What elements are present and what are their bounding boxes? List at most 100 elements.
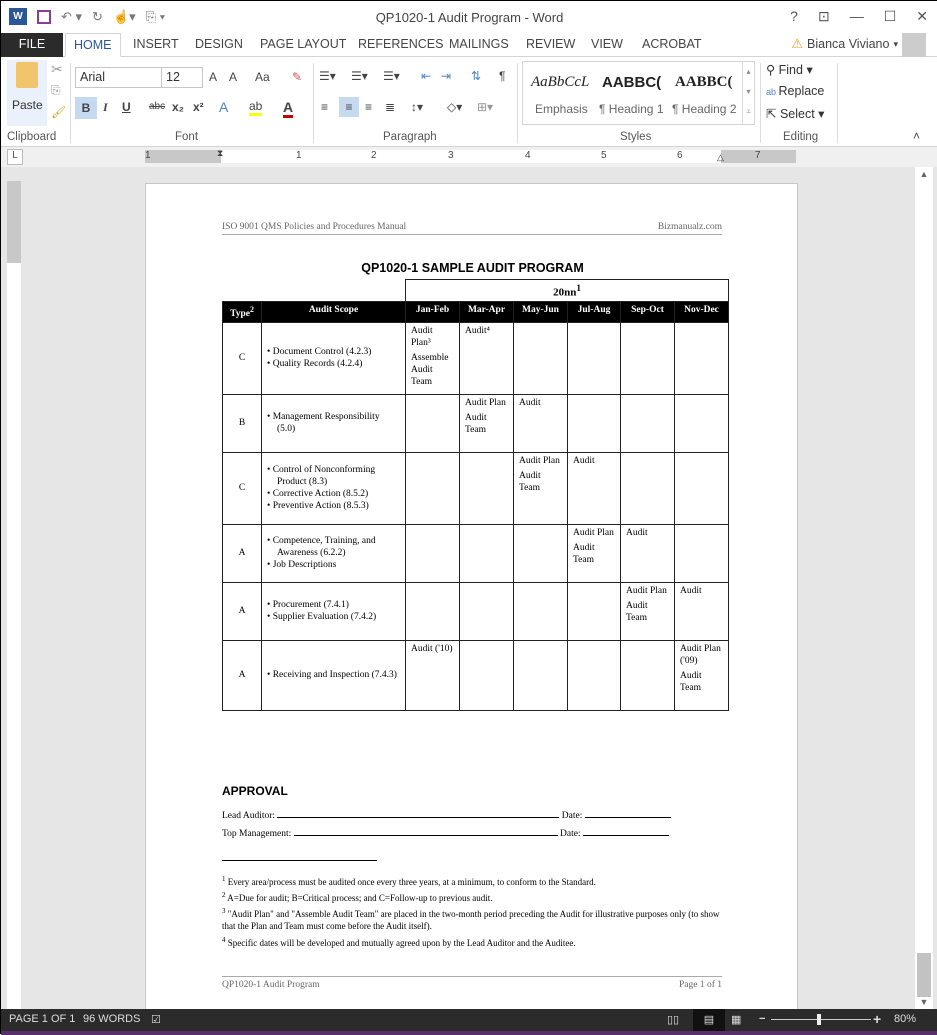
- decrease-indent-icon[interactable]: ⇤: [421, 69, 431, 83]
- numbering-icon[interactable]: ☰▾: [351, 69, 368, 83]
- strikethrough-button[interactable]: abc: [149, 101, 165, 112]
- zoom-in-button[interactable]: +: [873, 1011, 881, 1027]
- page-count[interactable]: PAGE 1 OF 1: [9, 1013, 75, 1025]
- cut-icon[interactable]: ✂: [51, 61, 63, 78]
- vertical-scrollbar[interactable]: ▲ ▼: [915, 167, 933, 1011]
- account-menu[interactable]: ⚠ Bianca Viviano ▾: [791, 36, 898, 52]
- status-bar: PAGE 1 OF 1 96 WORDS ☑ ▯▯ ▤ ▦ − + 80%: [1, 1009, 937, 1035]
- style-emphasis-sample[interactable]: AaBbCcL: [531, 74, 589, 91]
- style-emphasis[interactable]: Emphasis: [535, 102, 588, 116]
- table-row: A • Competence, Training, and Awareness (…: [222, 523, 729, 583]
- tab-references[interactable]: REFERENCES: [358, 33, 443, 57]
- tab-review[interactable]: REVIEW: [526, 33, 575, 57]
- change-case-button[interactable]: Aa: [255, 70, 270, 84]
- superscript-button[interactable]: x²: [193, 100, 204, 114]
- style-heading2[interactable]: ¶ Heading 2: [672, 102, 737, 116]
- scope-item: • Procurement (7.4.1): [267, 600, 349, 611]
- find-button[interactable]: ⚲ Find ▾: [766, 62, 813, 77]
- tab-home[interactable]: HOME: [65, 33, 121, 57]
- paste-button[interactable]: Paste: [7, 60, 47, 126]
- scroll-up-icon[interactable]: ▲: [915, 169, 933, 179]
- scope-item: • Receiving and Inspection (7.4.3): [267, 670, 397, 681]
- subscript-button[interactable]: x₂: [172, 100, 184, 114]
- scroll-down-icon[interactable]: ▼: [915, 997, 933, 1007]
- font-size-input[interactable]: 12: [161, 67, 203, 88]
- borders-icon[interactable]: ⊞▾: [477, 100, 493, 114]
- lead-auditor-field[interactable]: [277, 808, 560, 818]
- audit-scope-cell: • Receiving and Inspection (7.4.3): [261, 639, 406, 711]
- font-color-icon[interactable]: A: [283, 99, 294, 118]
- grow-font-icon[interactable]: A: [209, 70, 217, 84]
- tab-acrobat[interactable]: ACROBAT: [642, 33, 702, 57]
- zoom-slider-thumb[interactable]: [817, 1014, 821, 1025]
- justify-icon[interactable]: ≣: [385, 100, 395, 114]
- top-management-date-field[interactable]: [582, 826, 669, 836]
- select-button[interactable]: ⇱ Select ▾: [766, 106, 824, 121]
- zoom-out-button[interactable]: −: [759, 1013, 765, 1025]
- clear-formatting-icon[interactable]: ✎: [292, 70, 302, 84]
- sort-icon[interactable]: ⇅: [471, 69, 481, 83]
- indent-marker[interactable]: ⧗: [217, 148, 223, 159]
- align-center-icon[interactable]: ≡: [339, 97, 359, 117]
- table-row: A • Receiving and Inspection (7.4.3) Audit…: [222, 639, 729, 711]
- replace-button[interactable]: ab Replace: [766, 84, 824, 98]
- style-heading1-sample[interactable]: AABBC(: [602, 74, 661, 91]
- chevron-down-icon: ▾: [893, 38, 898, 49]
- align-right-icon[interactable]: ≡: [365, 100, 372, 114]
- text-effects-icon[interactable]: A: [219, 99, 228, 115]
- line-spacing-icon[interactable]: ↕▾: [411, 100, 423, 114]
- minimize-icon[interactable]: —: [850, 8, 864, 25]
- column-header-row: Type2 Audit Scope Jan-Feb Mar-Apr May-Ju…: [222, 300, 729, 323]
- schedule-entry: Audit⁴: [465, 325, 490, 336]
- audit-program-table: 20nn1 Type2 Audit Scope Jan-Feb Mar-Apr …: [222, 279, 729, 711]
- format-painter-icon[interactable]: 🖌: [51, 105, 66, 119]
- zoom-level[interactable]: 80%: [894, 1013, 916, 1025]
- multilevel-list-icon[interactable]: ☰▾: [383, 69, 400, 83]
- maximize-icon[interactable]: ☐: [884, 8, 897, 25]
- type-cell: C: [222, 451, 262, 525]
- scrollbar-thumb[interactable]: [917, 953, 931, 997]
- underline-button[interactable]: U: [122, 100, 131, 114]
- footnote-4: 4 Specific dates will be developed and m…: [222, 936, 576, 948]
- show-formatting-icon[interactable]: ¶: [499, 69, 505, 83]
- lead-auditor-date-field[interactable]: [584, 808, 671, 818]
- tab-selector[interactable]: L: [7, 149, 23, 165]
- ribbon-display-icon[interactable]: ⊡: [818, 8, 830, 25]
- read-mode-icon[interactable]: ▯▯: [667, 1013, 679, 1026]
- horizontal-ruler[interactable]: 1 1 2 3 4 5 6 7 ⧗ △: [145, 148, 796, 163]
- collapse-ribbon-icon[interactable]: ˄: [913, 129, 920, 143]
- bold-button[interactable]: B: [75, 97, 97, 119]
- schedule-cell: [674, 321, 729, 395]
- italic-button[interactable]: I: [103, 100, 108, 115]
- tab-page-layout[interactable]: PAGE LAYOUT: [260, 33, 346, 57]
- increase-indent-icon[interactable]: ⇥: [441, 69, 451, 83]
- avatar[interactable]: [902, 33, 926, 57]
- align-left-icon[interactable]: ≡: [321, 100, 328, 114]
- top-management-field[interactable]: [293, 826, 558, 836]
- tab-view[interactable]: VIEW: [591, 33, 623, 57]
- highlight-icon[interactable]: ab: [249, 99, 263, 116]
- col-sep-oct: Sep-Oct: [620, 300, 675, 323]
- group-label-paragraph: Paragraph: [383, 131, 437, 143]
- bullets-icon[interactable]: ☰▾: [319, 69, 336, 83]
- shrink-font-icon[interactable]: A: [229, 70, 237, 84]
- tab-design[interactable]: DESIGN: [195, 33, 243, 57]
- print-layout-icon[interactable]: ▤: [693, 1009, 725, 1031]
- tab-insert[interactable]: INSERT: [133, 33, 179, 57]
- document-page[interactable]: ISO 9001 QMS Policies and Procedures Man…: [145, 183, 798, 1013]
- web-layout-icon[interactable]: ▦: [731, 1013, 741, 1026]
- zoom-slider[interactable]: [771, 1014, 871, 1025]
- tab-file[interactable]: FILE: [1, 33, 63, 57]
- copy-icon[interactable]: ⎘: [51, 83, 61, 98]
- styles-scroll[interactable]: ▴ ▾ ⩡: [742, 62, 754, 124]
- style-heading1[interactable]: ¶ Heading 1: [599, 102, 664, 116]
- right-indent-marker[interactable]: △: [717, 152, 724, 163]
- tab-mailings[interactable]: MAILINGS: [449, 33, 509, 57]
- shading-icon[interactable]: ◇▾: [447, 100, 462, 114]
- close-icon[interactable]: ✕: [916, 8, 928, 25]
- style-heading2-sample[interactable]: AABBC(: [675, 74, 733, 91]
- help-icon[interactable]: ?: [790, 8, 798, 25]
- font-name-input[interactable]: Arial: [75, 67, 163, 88]
- word-count[interactable]: 96 WORDS: [83, 1013, 140, 1025]
- proofing-icon[interactable]: ☑: [151, 1013, 161, 1026]
